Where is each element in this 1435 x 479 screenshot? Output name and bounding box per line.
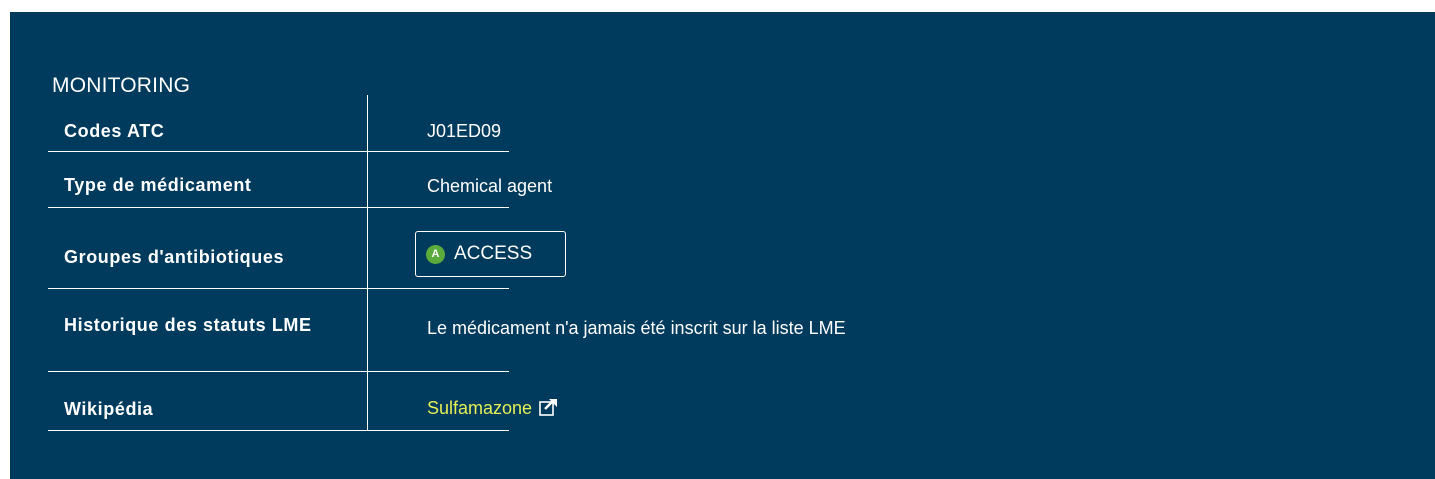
row-label: Codes ATC [64, 121, 165, 141]
table-row-atc-codes: Codes ATC J01ED09 [48, 95, 509, 152]
access-category-icon: A [426, 244, 445, 264]
row-value: J01ED09 [427, 121, 502, 141]
column-divider [367, 95, 368, 431]
table-row-drug-type: Type de médicament Chemical agent [48, 152, 552, 208]
access-badge[interactable]: A ACCESS [415, 231, 566, 277]
wiki-value: Sulfamazone [427, 398, 558, 422]
row-value: Le médicament n'a jamais été inscrit sur… [427, 318, 846, 338]
row-label: Wikipédia [64, 399, 154, 419]
row-divider [48, 430, 509, 431]
row-label: Type de médicament [64, 175, 252, 195]
row-label: Historique des statuts LME [64, 315, 312, 335]
external-link-icon[interactable] [539, 398, 558, 422]
table-row-wikipedia: Wikipédia Sulfamazone [48, 372, 558, 431]
badge-label: ACCESS [454, 243, 533, 264]
row-value: Chemical agent [427, 176, 553, 196]
table-row-eml-status-history: Historique des statuts LME Le médicament… [48, 289, 846, 372]
monitoring-panel: MONITORING Codes ATC J01ED09 Type de méd… [10, 12, 1435, 479]
wikipedia-link[interactable]: Sulfamazone [427, 398, 532, 418]
row-label: Groupes d'antibiotiques [64, 247, 285, 267]
